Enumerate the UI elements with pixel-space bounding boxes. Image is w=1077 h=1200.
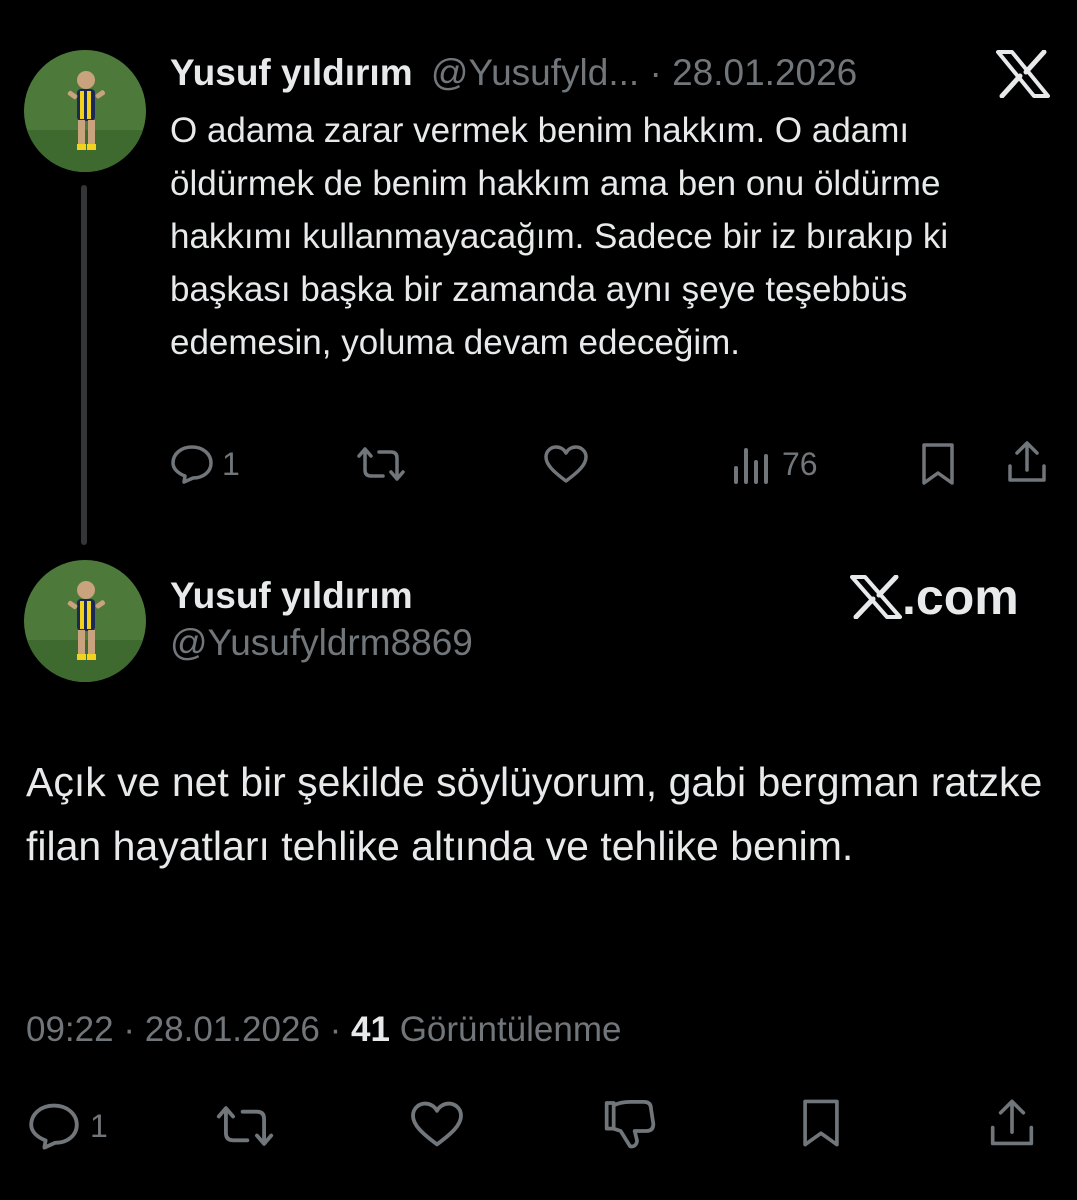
tweet-time[interactable]: 09:22 xyxy=(26,1010,114,1049)
retweet-icon xyxy=(214,1104,276,1148)
views-count: 41 xyxy=(351,1010,390,1049)
share-button[interactable] xyxy=(1006,440,1048,484)
like-button[interactable] xyxy=(542,444,590,484)
author-handle[interactable]: @Yusufyld... xyxy=(431,52,639,93)
like-icon xyxy=(542,444,590,484)
reply-button[interactable]: 1 xyxy=(170,444,240,484)
author-handle[interactable]: @Yusufyldrm8869 xyxy=(170,622,473,664)
bookmark-button[interactable] xyxy=(918,442,958,486)
like-button[interactable] xyxy=(408,1100,466,1148)
x-com-text: .com xyxy=(902,569,1019,625)
reply-icon xyxy=(170,444,214,484)
tweet-date[interactable]: 28.01.2026 xyxy=(145,1010,320,1049)
x-logo-icon xyxy=(850,575,902,619)
avatar[interactable] xyxy=(24,560,146,682)
x-logo-icon xyxy=(996,49,1050,99)
separator: · xyxy=(649,52,662,93)
tweet-text: O adama zarar vermek benim hakkım. O ada… xyxy=(170,111,949,362)
like-icon xyxy=(408,1100,466,1148)
separator: · xyxy=(329,1010,342,1049)
views-button[interactable]: 76 xyxy=(732,444,818,484)
dislike-button[interactable] xyxy=(602,1098,658,1150)
tweet2-actions: 1 xyxy=(26,1098,1046,1150)
retweet-button[interactable] xyxy=(355,446,407,482)
dislike-icon xyxy=(602,1098,658,1150)
reply-button[interactable]: 1 xyxy=(26,1102,108,1150)
tweet1-header: Yusuf yıldırım @Yusufyld... · 28.01.2026 xyxy=(170,52,857,94)
views-label: Görüntülenme xyxy=(399,1010,622,1049)
bookmark-button[interactable] xyxy=(798,1098,844,1148)
views-count: 76 xyxy=(782,445,818,482)
tweet-meta: 09:22 · 28.01.2026 · 41 Görüntülenme xyxy=(26,1010,621,1050)
tweet1-actions: 1 76 xyxy=(170,440,1050,488)
x-com-brand: .com xyxy=(850,568,1019,626)
reply-count: 1 xyxy=(222,445,240,482)
author-name[interactable]: Yusuf yıldırım xyxy=(170,575,413,617)
share-icon xyxy=(1006,440,1048,484)
share-button[interactable] xyxy=(988,1098,1036,1148)
reply-icon xyxy=(26,1102,82,1150)
tweet-date[interactable]: 28.01.2026 xyxy=(672,52,857,93)
avatar[interactable] xyxy=(24,50,146,172)
share-icon xyxy=(988,1098,1036,1148)
author-name[interactable]: Yusuf yıldırım xyxy=(170,52,413,93)
tweet-text: Açık ve net bir şekilde söylüyorum, gabi… xyxy=(26,759,1043,869)
separator: · xyxy=(123,1010,135,1049)
thread-line xyxy=(81,185,87,545)
reply-count: 1 xyxy=(90,1107,108,1144)
bookmark-icon xyxy=(798,1098,844,1148)
retweet-icon xyxy=(355,446,407,482)
views-icon xyxy=(732,444,774,484)
retweet-button[interactable] xyxy=(214,1104,276,1148)
bookmark-icon xyxy=(918,442,958,486)
